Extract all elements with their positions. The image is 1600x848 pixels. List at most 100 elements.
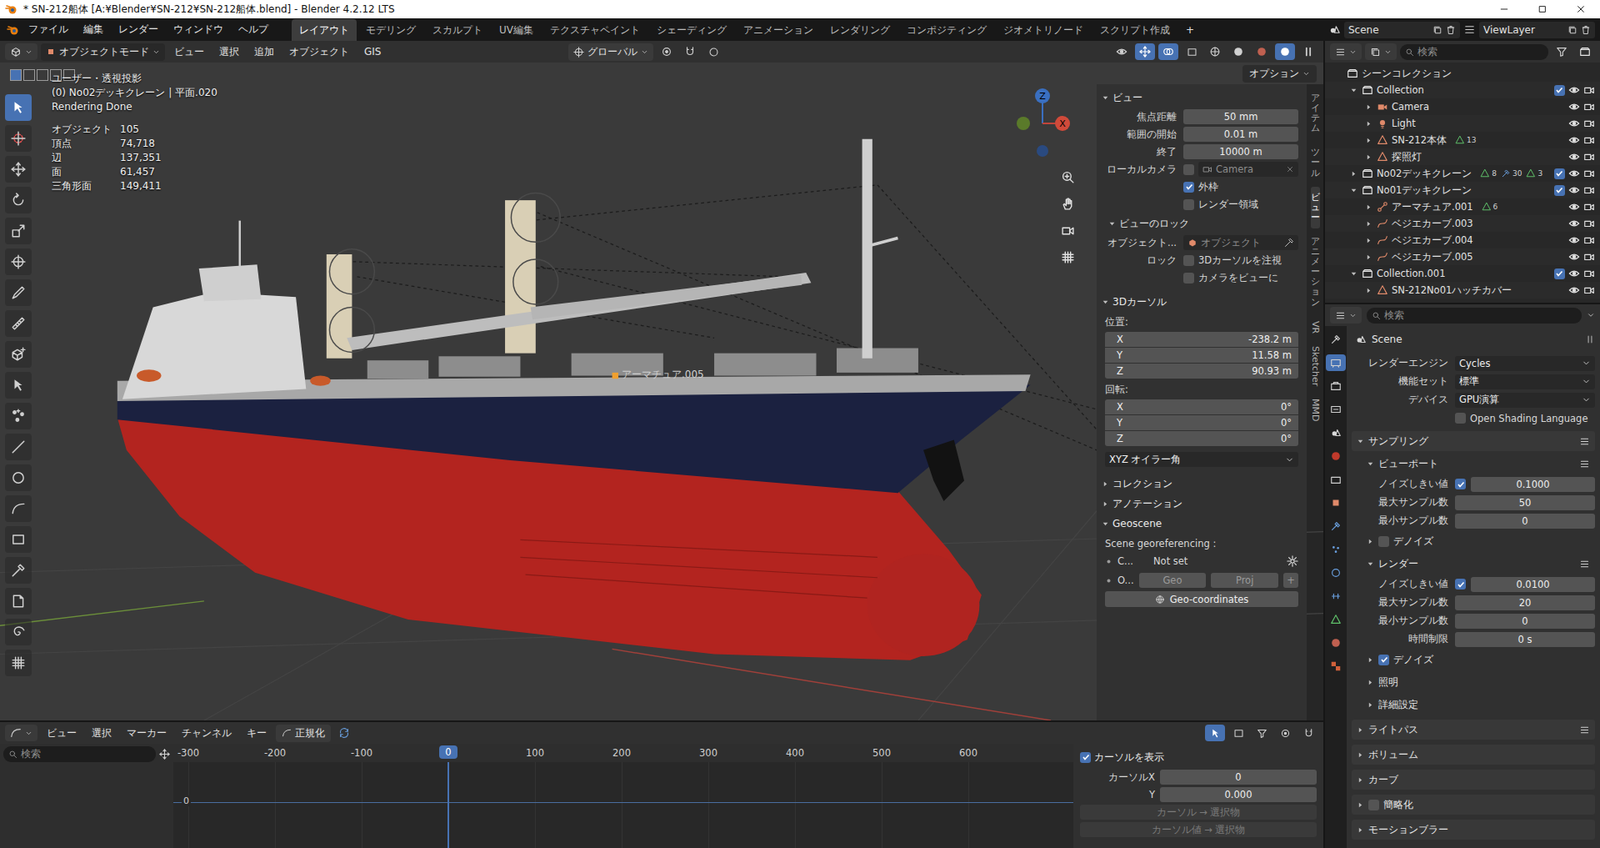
sidebar-tab[interactable]: VR (1308, 315, 1323, 339)
viewport-menu[interactable]: ビュー (168, 42, 210, 62)
outliner-row[interactable]: ベジエカーブ.005 (1325, 248, 1600, 265)
enum-dropdown[interactable]: 標準 (1455, 374, 1595, 390)
geo-coordinates-button[interactable]: Geo-coordinates (1105, 590, 1299, 607)
tool-button[interactable] (5, 587, 32, 615)
expand-toggle[interactable] (1348, 270, 1359, 278)
number-field[interactable]: 0 (1455, 613, 1595, 629)
enum-dropdown[interactable]: GPU演算 (1455, 392, 1595, 408)
properties-tab[interactable] (1325, 330, 1346, 348)
navigation-gizmo[interactable]: ZX (1005, 85, 1080, 161)
tool-button[interactable] (5, 433, 32, 460)
viewport-menu[interactable]: GIS (358, 43, 387, 60)
tool-button[interactable] (5, 248, 32, 275)
viewport-menu[interactable]: オブジェクト (283, 42, 355, 62)
filter-button[interactable] (1551, 43, 1572, 60)
tool-button[interactable] (5, 402, 32, 430)
axis-field[interactable]: Y0° (1105, 415, 1299, 430)
gizmo-button[interactable] (1135, 43, 1155, 60)
outliner-row[interactable]: Camera (1325, 98, 1600, 115)
camera-field[interactable]: Camera (1198, 161, 1299, 177)
properties-search[interactable]: 検索 (1366, 307, 1582, 324)
menu-item[interactable]: ウィンドウ (166, 19, 230, 40)
curve-track[interactable]: 0 (173, 761, 1074, 848)
enum-dropdown[interactable]: Cycles (1455, 355, 1595, 371)
properties-tab[interactable] (1325, 540, 1346, 558)
exclude-checkbox[interactable] (1554, 168, 1565, 180)
properties-tab[interactable] (1325, 470, 1346, 488)
menu-item[interactable]: レンダー (111, 19, 165, 40)
sidebar-tab[interactable]: Sketcher (1308, 340, 1323, 391)
zoom-button[interactable] (1056, 165, 1079, 188)
z-axis-handle[interactable] (1035, 88, 1050, 104)
cursor-action-button[interactable]: カーソル値 → 選択物 (1080, 821, 1317, 837)
workspace-tab[interactable]: テクスチャペイント (542, 19, 648, 42)
select-mode-switch[interactable] (23, 69, 35, 81)
option-checkbox[interactable] (1455, 412, 1466, 424)
editor-type-button[interactable] (1330, 43, 1362, 60)
check-line[interactable]: Open Shading Language (1455, 412, 1595, 425)
tool-button[interactable] (5, 556, 32, 584)
number-field[interactable]: 0 s (1455, 631, 1595, 647)
subpanel-header[interactable]: デノイズ (1351, 649, 1595, 670)
outliner-row[interactable]: アーマチュア.0016 (1325, 198, 1600, 215)
outliner-row[interactable]: No01デッキクレーン (1325, 181, 1600, 199)
axis-field[interactable]: X-238.2 m (1105, 331, 1299, 347)
check-line[interactable]: 外枠 (1183, 180, 1299, 194)
channel-search[interactable]: 検索 (3, 745, 156, 762)
minimize-button[interactable] (1485, 0, 1524, 19)
pan-button[interactable] (1056, 192, 1079, 215)
tool-button[interactable] (5, 464, 32, 491)
solid-shading-button[interactable] (1228, 43, 1249, 60)
axis-field[interactable]: Z90.93 m (1105, 363, 1299, 379)
current-frame-badge[interactable]: 0 (439, 745, 458, 759)
close-button[interactable] (1561, 0, 1600, 19)
orientation-dropdown[interactable]: グローバル (568, 43, 654, 61)
tool-button[interactable] (5, 371, 32, 399)
panel-header[interactable]: ボリューム (1351, 744, 1595, 765)
tool-button[interactable] (5, 186, 32, 214)
material-shading-button[interactable] (1251, 43, 1272, 60)
x-axis-handle[interactable] (1055, 115, 1070, 131)
tool-button[interactable] (5, 310, 32, 337)
sidebar-tab[interactable]: ビュー (1310, 186, 1320, 229)
local-camera-checkbox[interactable] (1183, 164, 1195, 175)
outliner-row[interactable]: Light (1325, 115, 1600, 132)
tool-button[interactable] (5, 649, 32, 676)
mode-dropdown[interactable]: オブジェクトモード (40, 43, 165, 61)
properties-tab[interactable] (1325, 657, 1346, 675)
ortho-toggle-button[interactable] (1056, 245, 1079, 268)
workspace-tab[interactable]: レンダリング (822, 19, 898, 42)
panel-header[interactable]: 簡略化 (1351, 794, 1595, 815)
properties-tab[interactable] (1325, 377, 1346, 395)
rendered-shading-button[interactable] (1275, 43, 1295, 60)
sidebar-tab[interactable]: アニメーション (1310, 230, 1320, 314)
expand-toggle[interactable] (1363, 203, 1374, 211)
proportional-button[interactable] (703, 43, 724, 60)
axis-field[interactable]: Y11.58 m (1105, 347, 1299, 363)
dope-sheet-menu[interactable]: ビュー (40, 723, 83, 743)
properties-tab[interactable] (1325, 400, 1346, 418)
outliner-row[interactable]: SN-212本体13 (1325, 131, 1600, 149)
overlay-button[interactable] (1158, 43, 1179, 60)
number-field[interactable]: 0 (1455, 513, 1595, 529)
section-header[interactable]: ビュー (1101, 87, 1302, 108)
show-cursor-checkbox[interactable] (1080, 751, 1091, 763)
number-field[interactable]: 0.0100 (1470, 576, 1595, 592)
tool-button[interactable] (5, 94, 32, 121)
outliner-row[interactable]: シーンコレクション (1325, 65, 1600, 82)
normalize-toggle[interactable]: 正規化 (275, 724, 331, 742)
panel-header[interactable]: モーションブラー (1351, 819, 1595, 840)
exclude-checkbox[interactable] (1554, 85, 1565, 96)
check-line[interactable]: カメラをビューに (1183, 271, 1299, 285)
outliner-row[interactable]: 探照灯 (1325, 148, 1600, 165)
tool-button[interactable] (5, 495, 32, 522)
outliner-row[interactable]: Collection (1325, 81, 1600, 99)
options-dropdown[interactable]: オプション (1242, 65, 1317, 83)
editor-type-button[interactable] (5, 724, 38, 741)
enable-checkbox[interactable] (1455, 578, 1466, 590)
outliner-row[interactable]: SN-212No01ハッチカバー (1325, 281, 1600, 299)
properties-tab[interactable] (1325, 634, 1346, 651)
properties-tab[interactable] (1325, 447, 1346, 465)
viewport-menu[interactable]: 追加 (248, 42, 280, 62)
expand-toggle[interactable] (1348, 170, 1359, 178)
